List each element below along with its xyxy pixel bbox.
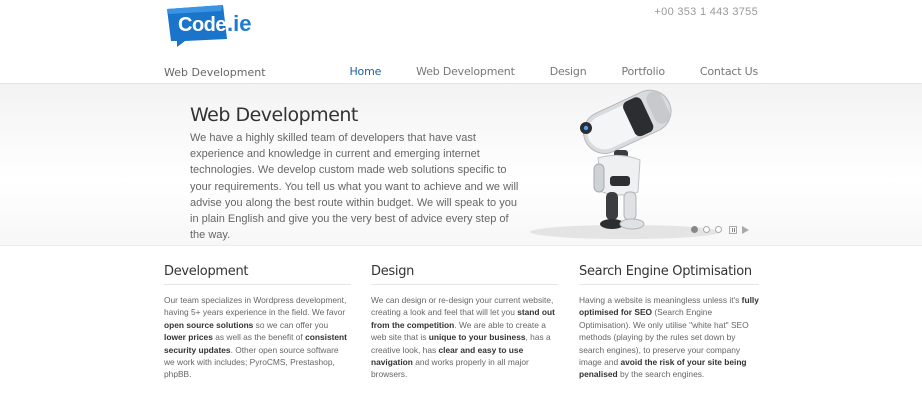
nav-home[interactable]: Home — [349, 65, 381, 78]
service-text: We can design or re-design your current … — [371, 295, 555, 380]
nav-web-development[interactable]: Web Development — [416, 65, 515, 78]
service-design: Design We can design or re-design your c… — [371, 264, 558, 381]
hero-divider — [0, 245, 922, 246]
service-text: Our team specializes in Wordpress develo… — [164, 295, 347, 380]
nav-portfolio[interactable]: Portfolio — [621, 65, 665, 78]
nav-design[interactable]: Design — [550, 65, 587, 78]
nav-contact-us[interactable]: Contact Us — [700, 65, 758, 78]
robot-illustration — [530, 89, 720, 239]
service-text: Having a website is meaningless unless i… — [579, 295, 759, 380]
highlight-text: clear and easy to use navigation — [371, 344, 524, 368]
slider-dot-1[interactable] — [691, 226, 698, 233]
main-nav: Home Web Development Design Portfolio Co… — [314, 65, 758, 78]
highlight-text: open source solutions — [164, 319, 254, 330]
hero-text: We have a highly skilled team of develop… — [190, 132, 519, 242]
slider-dot-3[interactable] — [715, 226, 722, 233]
highlight-text: unique to your business — [428, 332, 526, 343]
logo-tld[interactable]: .ie — [227, 11, 251, 37]
highlight-text: fully optimised for SEO — [579, 295, 759, 318]
service-development: Development Our team specializes in Word… — [164, 264, 351, 381]
pause-icon[interactable] — [729, 226, 737, 234]
service-title: Search Engine Optimisation — [579, 264, 759, 285]
service-title: Design — [371, 264, 558, 285]
service-title: Development — [164, 264, 351, 285]
logo-text[interactable]: Coder — [178, 14, 234, 37]
highlight-text: lower prices — [164, 332, 213, 343]
site-tagline: Web Development — [164, 66, 266, 79]
site-header: Coder .ie Web Development +00 353 1 443 … — [0, 0, 922, 84]
play-icon[interactable] — [742, 226, 749, 234]
phone-number: +00 353 1 443 3755 — [654, 6, 758, 18]
slider-dot-2[interactable] — [703, 226, 710, 233]
highlight-text: stand out from the competition — [371, 307, 555, 330]
slider-controls — [691, 226, 749, 234]
service-seo: Search Engine Optimisation Having a webs… — [579, 264, 759, 381]
highlight-text: avoid the risk of your site being penali… — [579, 357, 747, 380]
hero-title: Web Development — [190, 104, 358, 126]
